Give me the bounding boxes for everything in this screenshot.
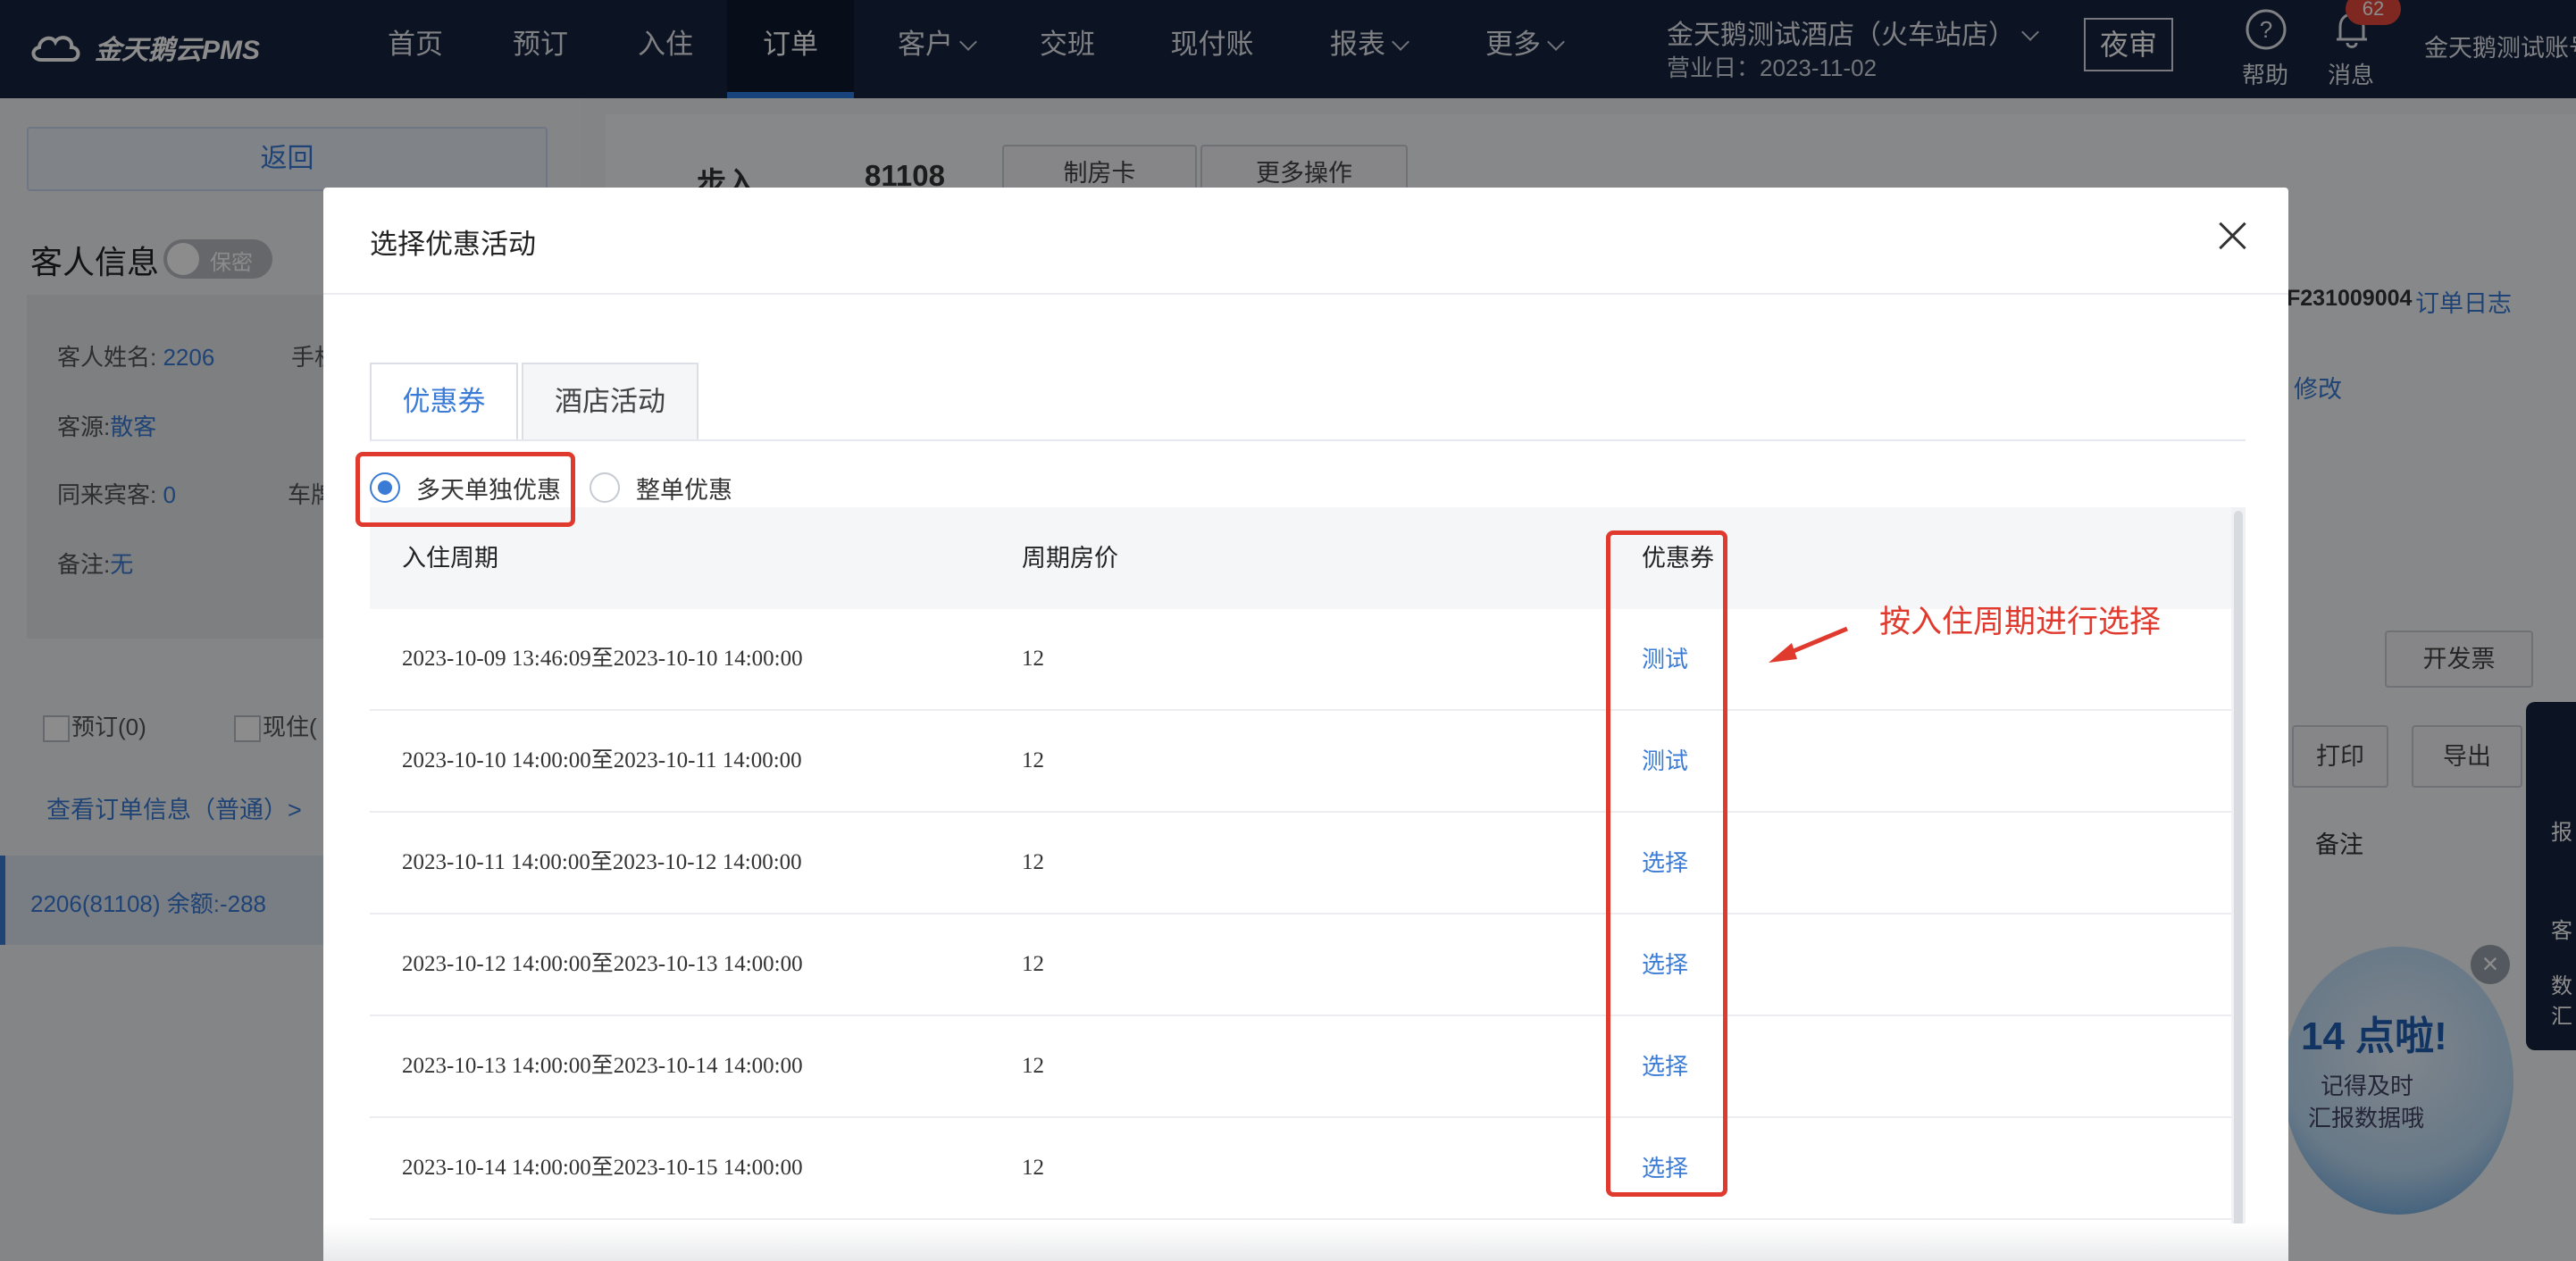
table-row: 2023-10-11 14:00:00至2023-10-12 14:00:00 … <box>370 813 2231 914</box>
tab-hotel-activities[interactable]: 酒店活动 <box>522 363 698 441</box>
period-cell: 2023-10-14 14:00:00至2023-10-15 14:00:00 <box>402 1156 803 1180</box>
price-cell: 12 <box>1022 1054 1044 1078</box>
radio-unchecked-icon <box>590 472 620 503</box>
modal-bottom-fade <box>323 1223 2288 1261</box>
scrollbar-thumb[interactable] <box>2234 511 2243 1257</box>
radio-whole-order[interactable]: 整单优惠 <box>590 470 732 505</box>
period-cell: 2023-10-10 14:00:00至2023-10-11 14:00:00 <box>402 748 802 772</box>
discount-modal: 选择优惠活动 优惠券 酒店活动 多天单独优惠 整单优惠 入住周期 周期房价 优惠… <box>323 188 2288 1261</box>
price-cell: 12 <box>1022 1156 1044 1180</box>
modal-divider <box>323 293 2288 295</box>
annotation-arrow-icon <box>1769 626 1848 663</box>
table-scrollbar[interactable] <box>2231 507 2246 1261</box>
column-price: 周期房价 <box>1022 545 1118 572</box>
table-row: 2023-10-10 14:00:00至2023-10-11 14:00:00 … <box>370 711 2231 813</box>
period-cell: 2023-10-13 14:00:00至2023-10-14 14:00:00 <box>402 1054 803 1078</box>
close-icon[interactable] <box>2210 214 2254 259</box>
modal-title: 选择优惠活动 <box>370 229 536 260</box>
table-row: 2023-10-12 14:00:00至2023-10-13 14:00:00 … <box>370 914 2231 1016</box>
period-cell: 2023-10-09 13:46:09至2023-10-10 14:00:00 <box>402 647 803 671</box>
price-cell: 12 <box>1022 647 1044 671</box>
table-row: 2023-10-14 14:00:00至2023-10-15 14:00:00 … <box>370 1118 2231 1220</box>
price-cell: 12 <box>1022 952 1044 976</box>
annotation-text: 按入住周期进行选择 <box>1879 605 2162 639</box>
radio-highlight-box <box>355 452 575 527</box>
table-header: 入住周期 周期房价 优惠券 <box>370 507 2231 609</box>
price-cell: 12 <box>1022 850 1044 874</box>
period-cell: 2023-10-12 14:00:00至2023-10-13 14:00:00 <box>402 952 803 976</box>
tabs-underline <box>370 439 2246 441</box>
table-row: 2023-10-13 14:00:00至2023-10-14 14:00:00 … <box>370 1016 2231 1118</box>
radio-whole-order-label: 整单优惠 <box>636 476 732 504</box>
tab-coupons[interactable]: 优惠券 <box>370 363 518 441</box>
price-cell: 12 <box>1022 748 1044 772</box>
period-cell: 2023-10-11 14:00:00至2023-10-12 14:00:00 <box>402 850 802 874</box>
coupon-column-highlight-box <box>1606 530 1727 1197</box>
